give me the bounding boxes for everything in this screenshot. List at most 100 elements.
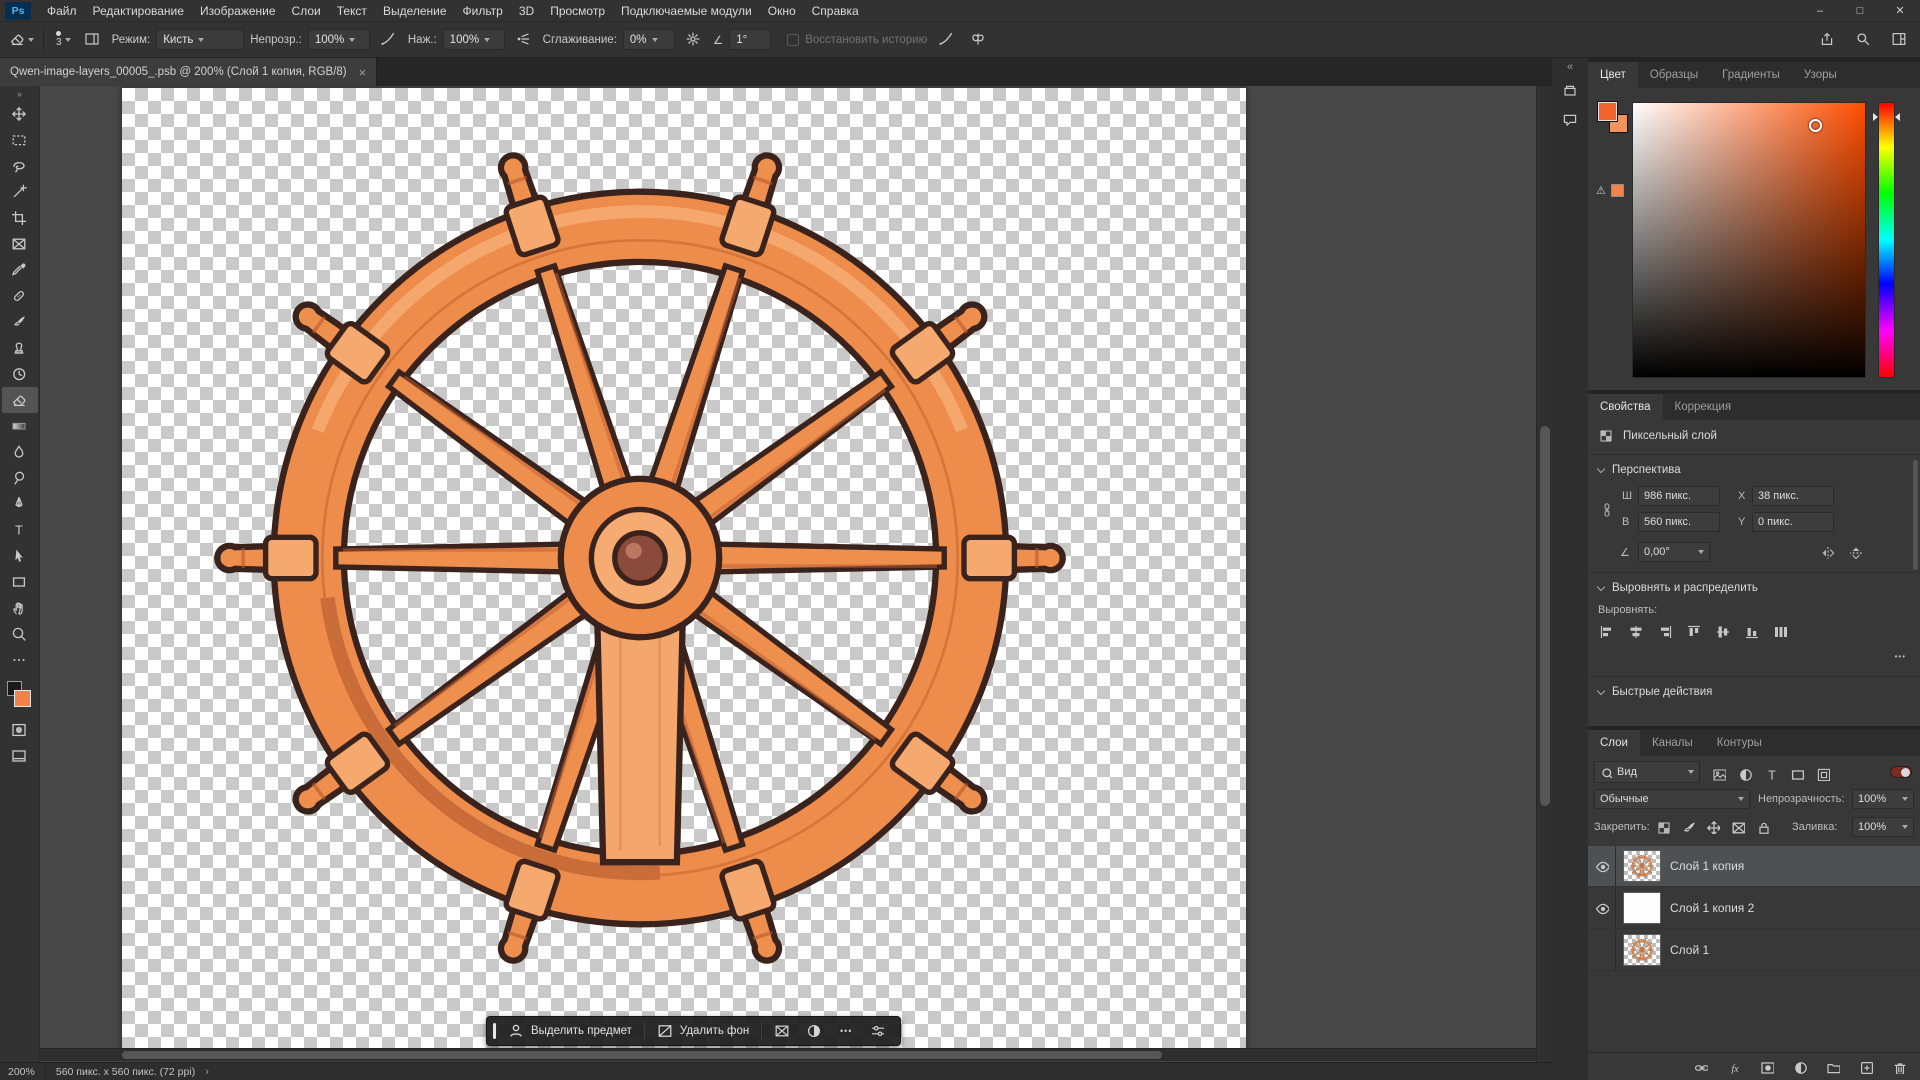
layer-3-thumbnail[interactable] — [1623, 934, 1661, 966]
tool-hand[interactable] — [2, 595, 38, 621]
expand-panels-button[interactable]: « — [1567, 61, 1573, 73]
distribute-button[interactable] — [1770, 622, 1792, 642]
horizontal-scrollbar[interactable] — [40, 1048, 1536, 1061]
tool-blur[interactable] — [2, 439, 38, 465]
layer-opacity-input[interactable]: 100% — [1852, 789, 1914, 809]
workspace-switcher-button[interactable] — [1886, 27, 1912, 53]
tool-eraser[interactable] — [2, 387, 38, 413]
toolbar-collapse-button[interactable]: » — [17, 87, 22, 101]
lock-position-button[interactable] — [1702, 817, 1724, 837]
link-layers-button[interactable] — [1690, 1057, 1712, 1077]
tab-gradients[interactable]: Градиенты — [1710, 62, 1792, 88]
layer-3-visibility-toggle[interactable] — [1588, 930, 1616, 971]
brush-angle-input[interactable]: 1° — [729, 29, 771, 50]
brush-settings-panel-button[interactable] — [80, 27, 106, 53]
lock-transparency-button[interactable] — [1652, 817, 1674, 837]
menu-window[interactable]: Окно — [760, 0, 804, 22]
new-group-button[interactable] — [1822, 1057, 1844, 1077]
tool-eyedropper[interactable] — [2, 257, 38, 283]
adjustments-button[interactable] — [802, 1020, 826, 1042]
layer-fill-input[interactable]: 100% — [1852, 817, 1914, 837]
screen-mode-button[interactable] — [2, 743, 38, 769]
comments-panel-button[interactable] — [1556, 107, 1584, 133]
edit-toolbar-button[interactable] — [2, 647, 38, 673]
layer-name[interactable]: Слой 1 копия 2 — [1670, 901, 1754, 915]
tool-crop[interactable] — [2, 205, 38, 231]
properties-scroll-thumb[interactable] — [1913, 460, 1918, 570]
tab-layers[interactable]: Слои — [1588, 730, 1640, 756]
layer-2-visibility-toggle[interactable] — [1588, 888, 1616, 929]
opacity-pressure-button[interactable] — [376, 27, 402, 53]
more-options-button[interactable]: ••• — [834, 1020, 858, 1042]
align-center-h-button[interactable] — [1625, 622, 1647, 642]
add-layer-mask-button[interactable] — [1756, 1057, 1778, 1077]
tab-patterns[interactable]: Узоры — [1792, 62, 1849, 88]
align-right-button[interactable] — [1654, 622, 1676, 642]
gamut-warning-icon[interactable]: ⚠ — [1596, 184, 1606, 197]
foreground-swatch[interactable] — [1598, 102, 1617, 121]
tab-paths[interactable]: Контуры — [1705, 730, 1774, 756]
document-canvas[interactable] — [122, 88, 1246, 1054]
close-button[interactable]: ✕ — [1880, 0, 1920, 22]
menu-view[interactable]: Просмотр — [542, 0, 613, 22]
tool-clone-stamp[interactable] — [2, 335, 38, 361]
opacity-select[interactable]: 100% — [308, 29, 370, 50]
hue-slider[interactable] — [1878, 102, 1895, 378]
layer-row-3[interactable]: Слой 1 — [1588, 930, 1920, 971]
delete-layer-button[interactable] — [1888, 1057, 1910, 1077]
menu-layers[interactable]: Слои — [284, 0, 329, 22]
smoothing-options-button[interactable] — [681, 27, 707, 53]
link-dimensions-icon[interactable] — [1600, 494, 1614, 526]
zoom-level-field[interactable]: 200% — [8, 1066, 35, 1078]
new-adjustment-layer-button[interactable] — [1789, 1057, 1811, 1077]
filter-adjustment-layers-button[interactable] — [1734, 764, 1756, 784]
menu-file[interactable]: Файл — [39, 0, 85, 22]
tool-dodge[interactable] — [2, 465, 38, 491]
quick-actions-header[interactable]: Быстрые действия — [1588, 682, 1920, 702]
align-bottom-button[interactable] — [1741, 622, 1763, 642]
layer-row-1[interactable]: Слой 1 копия — [1588, 846, 1920, 887]
filter-shape-layers-button[interactable] — [1786, 764, 1808, 784]
menu-help[interactable]: Справка — [804, 0, 867, 22]
menu-plugins[interactable]: Подключаемые модули — [613, 0, 760, 22]
rotation-input[interactable]: 0,00° — [1638, 542, 1710, 562]
new-layer-button[interactable] — [1855, 1057, 1877, 1077]
layer-2-thumbnail[interactable] — [1623, 892, 1661, 924]
height-input[interactable]: 560 пикс. — [1638, 512, 1720, 532]
tool-rectangle-shape[interactable] — [2, 569, 38, 595]
align-more-button[interactable]: ••• — [1895, 652, 1906, 661]
horizontal-scroll-thumb[interactable] — [122, 1051, 1162, 1059]
tool-path-selection[interactable] — [2, 543, 38, 569]
y-input[interactable]: 0 пикс. — [1752, 512, 1834, 532]
erase-history-checkbox[interactable] — [787, 34, 799, 46]
lock-artboard-button[interactable] — [1727, 817, 1749, 837]
menu-image[interactable]: Изображение — [192, 0, 284, 22]
menu-filter[interactable]: Фильтр — [455, 0, 511, 22]
flip-horizontal-button[interactable] — [1816, 542, 1838, 562]
tool-rectangular-marquee[interactable] — [2, 127, 38, 153]
filter-type-layers-button[interactable] — [1760, 764, 1782, 784]
airbrush-button[interactable] — [511, 27, 537, 53]
layer-1-visibility-toggle[interactable] — [1588, 846, 1616, 887]
align-section-header[interactable]: Выровнять и распределить — [1588, 578, 1920, 598]
menu-type[interactable]: Текст — [329, 0, 375, 22]
filter-smart-objects-button[interactable] — [1812, 764, 1834, 784]
align-top-button[interactable] — [1683, 622, 1705, 642]
status-options-chevron[interactable]: › — [205, 1066, 209, 1078]
transform-image-button[interactable] — [770, 1020, 794, 1042]
minimize-button[interactable]: – — [1800, 0, 1840, 22]
tool-frame[interactable] — [2, 231, 38, 257]
x-input[interactable]: 38 пикс. — [1752, 486, 1834, 506]
tab-swatches[interactable]: Образцы — [1638, 62, 1710, 88]
select-subject-button[interactable]: Выделить предмет — [504, 1023, 636, 1039]
width-input[interactable]: 986 пикс. — [1638, 486, 1720, 506]
tool-gradient[interactable] — [2, 413, 38, 439]
tab-close-button[interactable]: × — [359, 66, 367, 79]
taskbar-grip[interactable] — [493, 1023, 496, 1039]
layer-name[interactable]: Слой 1 — [1670, 943, 1709, 957]
color-swatches-widget[interactable] — [6, 681, 34, 709]
brush-preset-picker[interactable]: 3 — [53, 30, 74, 49]
align-middle-button[interactable] — [1712, 622, 1734, 642]
libraries-panel-button[interactable] — [1556, 77, 1584, 103]
vertical-scrollbar[interactable] — [1536, 86, 1552, 1062]
